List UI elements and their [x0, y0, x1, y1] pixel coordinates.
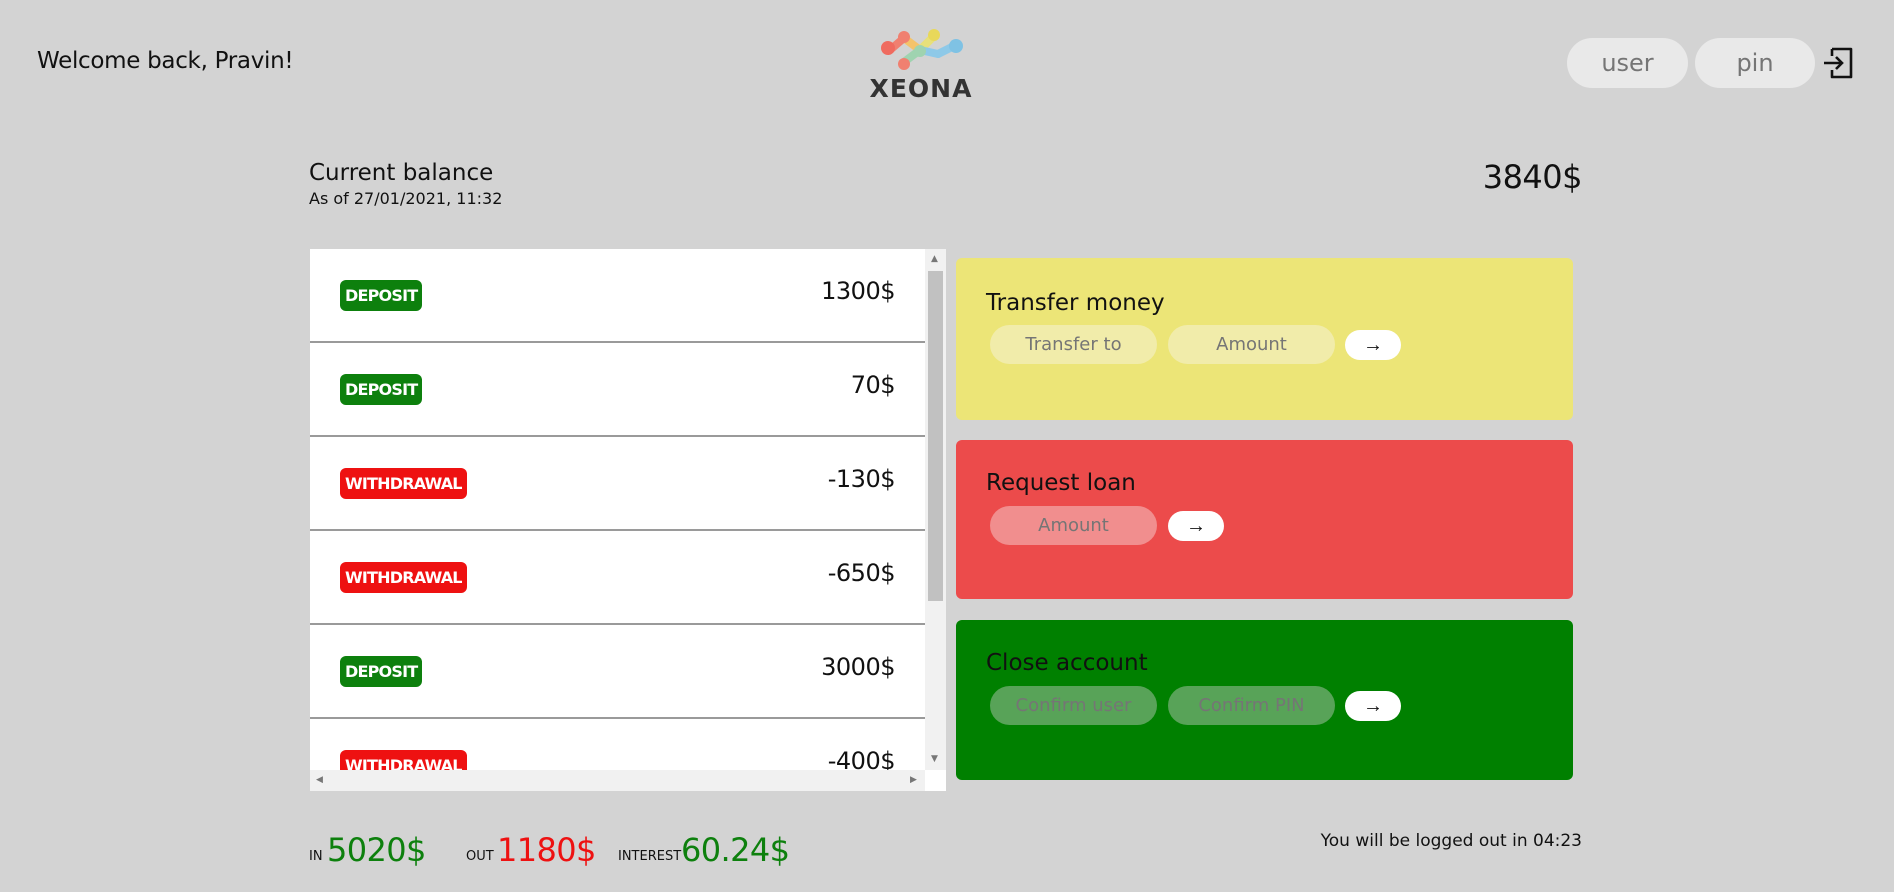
- movement-row: DEPOSIT 70$: [310, 343, 925, 437]
- pin-input[interactable]: [1695, 38, 1815, 88]
- logout-timer: You will be logged out in 04:23: [1320, 831, 1582, 851]
- summary-out-value: 1180$: [497, 831, 596, 869]
- close-submit-button[interactable]: →: [1345, 691, 1401, 721]
- transfer-to-input[interactable]: [990, 325, 1157, 364]
- movement-type-badge: WITHDRAWAL: [340, 562, 467, 593]
- movement-row: WITHDRAWAL -130$: [310, 437, 925, 531]
- logo-text: XEONA: [869, 74, 973, 103]
- summary-out-label: OUT: [466, 849, 494, 864]
- transfer-amount-input[interactable]: [1168, 325, 1335, 364]
- balance-date: As of 27/01/2021, 11:32: [309, 189, 503, 208]
- balance-value: 3840$: [1482, 158, 1583, 196]
- movement-amount: -650$: [827, 559, 896, 587]
- horizontal-scrollbar[interactable]: ◀ ▶: [310, 770, 925, 791]
- movements-rows: DEPOSIT 1300$ DEPOSIT 70$ WITHDRAWAL -13…: [310, 249, 925, 770]
- loan-panel: Request loan →: [956, 440, 1573, 599]
- close-title: Close account: [986, 650, 1148, 676]
- movement-type-badge: WITHDRAWAL: [340, 468, 467, 499]
- logout-icon[interactable]: [1822, 46, 1854, 80]
- movement-type-badge: DEPOSIT: [340, 656, 423, 687]
- summary-interest-label: INTEREST: [618, 849, 682, 864]
- user-input[interactable]: [1567, 38, 1688, 88]
- logo: XEONA: [868, 24, 974, 104]
- vertical-scroll-thumb[interactable]: [928, 271, 943, 601]
- movement-amount: 1300$: [821, 277, 895, 305]
- transfer-submit-button[interactable]: →: [1345, 330, 1401, 360]
- movement-amount: -400$: [827, 747, 896, 770]
- transfer-title: Transfer money: [986, 290, 1165, 316]
- movement-row: DEPOSIT 1300$: [310, 249, 925, 343]
- movement-type-badge: DEPOSIT: [340, 374, 423, 405]
- welcome-message: Welcome back, Pravin!: [37, 48, 294, 74]
- transfer-panel: Transfer money →: [956, 258, 1573, 420]
- movement-type-badge: WITHDRAWAL: [340, 750, 467, 770]
- loan-title: Request loan: [986, 470, 1136, 496]
- movement-row: DEPOSIT 3000$: [310, 625, 925, 719]
- movement-amount: -130$: [827, 465, 896, 493]
- vertical-scrollbar[interactable]: ▲ ▼: [925, 249, 946, 770]
- movement-row: WITHDRAWAL -650$: [310, 531, 925, 625]
- scroll-left-arrow-icon[interactable]: ◀: [316, 776, 323, 785]
- balance-label: Current balance: [309, 160, 494, 186]
- summary-in-label: IN: [309, 849, 323, 864]
- scroll-down-arrow-icon[interactable]: ▼: [931, 755, 938, 764]
- loan-submit-button[interactable]: →: [1168, 511, 1224, 541]
- close-account-panel: Close account →: [956, 620, 1573, 780]
- scroll-up-arrow-icon[interactable]: ▲: [931, 255, 938, 264]
- movement-amount: 70$: [850, 371, 896, 399]
- loan-amount-input[interactable]: [990, 506, 1157, 545]
- movement-amount: 3000$: [821, 653, 895, 681]
- close-pin-input[interactable]: [1168, 686, 1335, 725]
- bank-app: Welcome back, Pravin! XEONA Cu: [0, 0, 1894, 892]
- summary-interest-value: 60.24$: [681, 831, 790, 869]
- movements-list[interactable]: DEPOSIT 1300$ DEPOSIT 70$ WITHDRAWAL -13…: [310, 249, 946, 791]
- scroll-right-arrow-icon[interactable]: ▶: [910, 776, 917, 785]
- logo-mark-icon: [881, 29, 963, 70]
- summary-in-value: 5020$: [327, 831, 426, 869]
- movement-type-badge: DEPOSIT: [340, 280, 423, 311]
- movement-row: WITHDRAWAL -400$: [310, 719, 925, 770]
- close-user-input[interactable]: [990, 686, 1157, 725]
